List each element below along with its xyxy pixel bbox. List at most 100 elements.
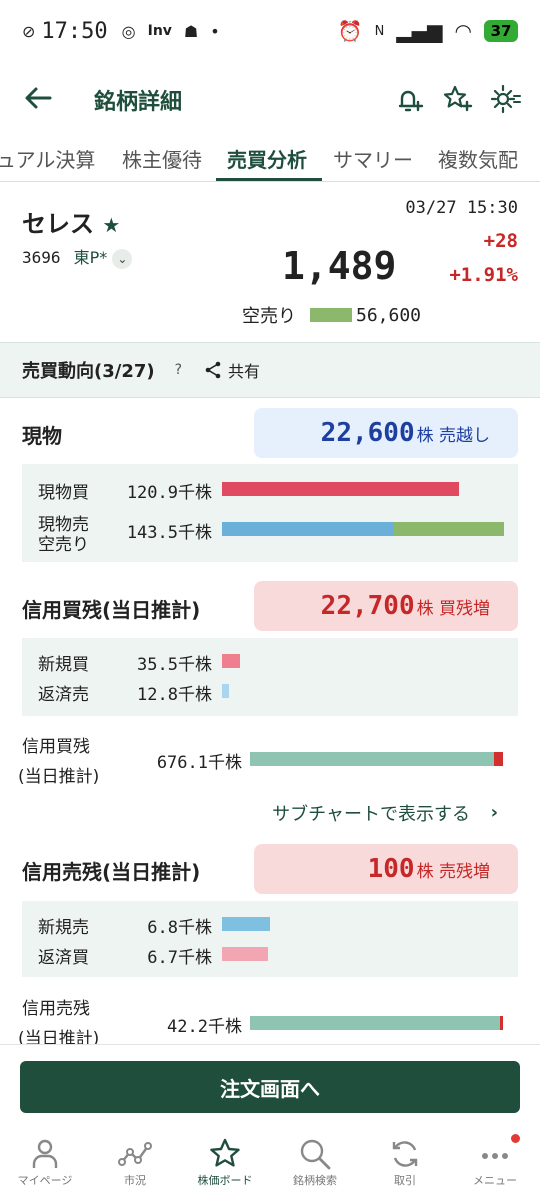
wifi-call-icon: ◎: [121, 21, 136, 41]
order-bar: 注文画面へ: [0, 1044, 540, 1126]
nav-stock-board[interactable]: 株価ボード: [180, 1128, 270, 1200]
share-icon: [205, 361, 221, 379]
market-icon: [118, 1142, 152, 1166]
margin-new-buy-value: 35.5千株: [137, 655, 212, 675]
genbutsu-buy-label: 現物買: [38, 483, 89, 503]
trend-label: 売買動向(3/27): [22, 361, 155, 382]
margin-new-sell-value: 6.8千株: [147, 918, 212, 938]
nav-mypage-label: マイページ: [17, 1174, 73, 1187]
genbutsu-sell-non-short-bar: [222, 522, 394, 536]
share-button[interactable]: 共有: [204, 358, 260, 382]
short-sell-value: 56,600: [356, 304, 422, 326]
short-sell-bar: [310, 308, 352, 322]
nav-menu[interactable]: メニュー: [450, 1128, 540, 1200]
nav-search-label: 銘柄検索: [293, 1174, 337, 1187]
status-time: 17:50: [41, 18, 108, 44]
tab-bar: ュアル決算 株主優待 売買分析 サマリー 複数気配: [0, 136, 540, 182]
chevron-right-icon[interactable]: ›: [491, 802, 498, 823]
active-tab-indicator: [216, 178, 322, 181]
margin-buy-panel: 新規買 35.5千株 返済売 12.8千株: [22, 638, 518, 716]
app-header: 銘柄詳細: [0, 70, 540, 130]
nfc-icon: N: [374, 23, 385, 39]
favorite-star-icon[interactable]: ★: [102, 213, 120, 237]
margin-sell-pill: 100 株 売残増: [254, 844, 518, 894]
subchart-link[interactable]: サブチャートで表示する: [272, 800, 470, 826]
nav-trade[interactable]: 取引: [360, 1128, 450, 1200]
share-label: 共有: [228, 362, 261, 381]
market-label[interactable]: 東P*: [74, 248, 108, 267]
stock-name: セレス: [22, 210, 94, 238]
menu-icon: [482, 1153, 508, 1159]
margin-sell-total-increase-bar: [500, 1016, 503, 1030]
signal-icon: ▂▄▆: [396, 19, 443, 43]
bell-add-icon[interactable]: [392, 82, 426, 116]
order-button[interactable]: 注文画面へ: [20, 1061, 520, 1113]
margin-buy-total-increase-bar: [494, 752, 503, 766]
margin-new-buy-label: 新規買: [38, 655, 89, 675]
price-change-percent: +1.91%: [449, 264, 518, 286]
page-title: 銘柄詳細: [94, 90, 183, 115]
nav-search[interactable]: 銘柄検索: [270, 1128, 360, 1200]
person-icon: [32, 1139, 58, 1168]
margin-buy-total-value: 676.1千株: [156, 753, 242, 773]
margin-buy-unit: 株 買残増: [416, 598, 490, 619]
margin-sell-panel: 新規売 6.8千株 返済買 6.7千株: [22, 901, 518, 977]
genbutsu-net-value: 22,600: [320, 418, 415, 448]
margin-sell-total-label: 信用売残: [22, 999, 90, 1019]
nav-mypage[interactable]: マイページ: [0, 1128, 90, 1200]
genbutsu-net-pill: 22,600 株 売越し: [254, 408, 518, 458]
back-arrow-icon[interactable]: [22, 82, 54, 114]
margin-repay-sell-label: 返済売: [38, 685, 89, 705]
genbutsu-panel: 現物買 120.9千株 現物売 空売り 143.5千株: [22, 464, 518, 562]
battery-icon: 37: [484, 20, 518, 42]
margin-new-sell-label: 新規売: [38, 918, 89, 938]
margin-sell-total-bar: [250, 1016, 500, 1030]
tab-summary[interactable]: サマリー: [333, 144, 413, 173]
stock-name-row: セレス ★: [22, 204, 120, 239]
inv-icon: Inv: [147, 23, 172, 39]
nav-menu-label: メニュー: [473, 1174, 517, 1187]
margin-repay-buy-bar: [222, 947, 268, 961]
margin-buy-value: 22,700: [320, 591, 415, 621]
help-icon[interactable]: ?: [175, 362, 182, 378]
star-add-icon[interactable]: [440, 82, 474, 116]
tab-shareholder-benefits[interactable]: 株主優待: [122, 144, 202, 173]
margin-sell-title: 信用売残(当日推計): [22, 860, 201, 884]
bottom-nav: マイページ 市況 株価ボード 銘柄検索 取引 メニュー: [0, 1128, 540, 1200]
genbutsu-net-unit: 株 売越し: [416, 425, 490, 446]
nav-trade-label: 取引: [394, 1174, 416, 1187]
price-change: +28: [483, 230, 518, 252]
nav-market-label: 市況: [124, 1174, 146, 1187]
stock-code-row: 3696 東P* ⌄: [22, 244, 133, 269]
tab-dual-earnings[interactable]: ュアル決算: [0, 144, 95, 173]
trend-section-header: 売買動向(3/27) ? 共有: [0, 342, 540, 398]
star-icon: [210, 1138, 240, 1167]
margin-buy-total-bar: [250, 752, 494, 766]
speed-icon: ☗: [183, 21, 199, 41]
genbutsu-sell-value: 143.5千株: [126, 523, 212, 543]
margin-repay-sell-value: 12.8千株: [137, 685, 212, 705]
wifi-icon: ◠: [454, 19, 472, 43]
subchart-link-label: サブチャートで表示する: [272, 804, 470, 825]
notification-dot: [511, 1134, 520, 1143]
genbutsu-buy-bar: [222, 482, 459, 496]
margin-sell-total-value: 42.2千株: [167, 1017, 242, 1037]
status-right: ⏰ N ▂▄▆ ◠ 37: [338, 19, 518, 43]
genbutsu-short-label: 空売り: [38, 535, 89, 555]
header-actions: [392, 82, 522, 116]
short-sell-row: 空売り 56,600: [242, 302, 421, 328]
margin-buy-title: 信用買残(当日推計): [22, 598, 201, 622]
margin-repay-buy-label: 返済買: [38, 948, 89, 968]
app-status-icon: ⊘: [22, 21, 36, 41]
market-chevron-down-icon[interactable]: ⌄: [112, 248, 133, 269]
genbutsu-buy-value: 120.9千株: [126, 483, 212, 503]
tab-trade-analysis[interactable]: 売買分析: [227, 144, 307, 173]
alarm-icon: ⏰: [337, 19, 363, 43]
dot-icon: •: [210, 21, 220, 41]
tab-multiple-quotes[interactable]: 複数気配: [438, 144, 518, 173]
genbutsu-title: 現物: [22, 424, 62, 448]
status-left-icons: ⊘: [22, 22, 35, 41]
refresh-icon: [392, 1141, 418, 1167]
nav-market[interactable]: 市況: [90, 1128, 180, 1200]
settings-icon[interactable]: [488, 82, 522, 116]
